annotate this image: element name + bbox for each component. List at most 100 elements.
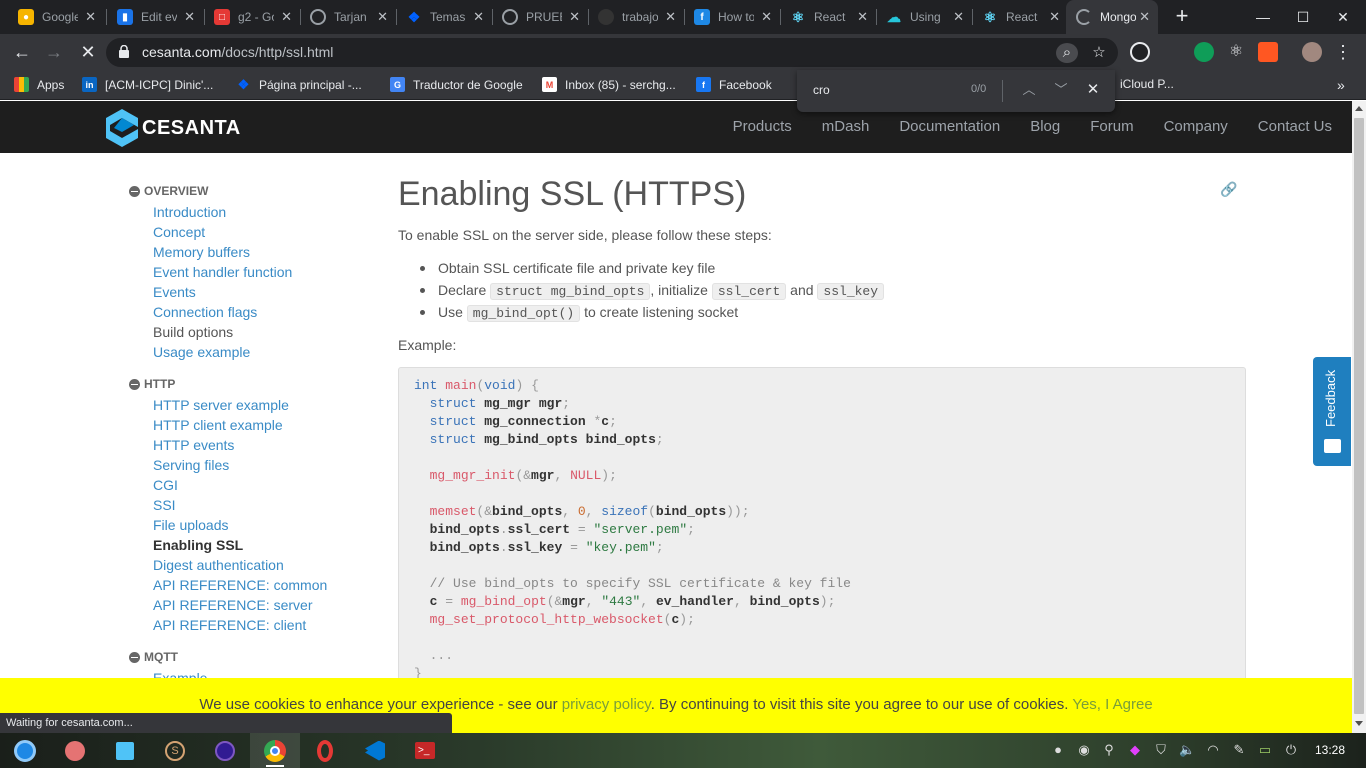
sidebar-link[interactable]: HTTP server example <box>153 395 379 415</box>
sidebar-link[interactable]: Event handler function <box>153 262 379 282</box>
close-tab-icon[interactable]: ✕ <box>184 9 195 25</box>
sidebar-link[interactable]: SSI <box>153 495 379 515</box>
browser-tab[interactable]: ● Google Keep ✕ <box>8 0 104 34</box>
sidebar-link[interactable]: API REFERENCE: client <box>153 615 379 635</box>
sidebar-link[interactable]: Memory buffers <box>153 242 379 262</box>
browser-tab[interactable]: ⚛ React ✕ <box>780 0 876 34</box>
sidebar-link[interactable]: Events <box>153 282 379 302</box>
bookmark-star-icon[interactable]: ☆ <box>1088 43 1110 63</box>
back-arrow-icon[interactable]: ← <box>9 39 35 65</box>
wifi-icon[interactable]: ◠ <box>1205 742 1221 758</box>
cookie-agree-link[interactable]: Yes, I Agree <box>1072 696 1152 713</box>
close-tab-icon[interactable]: ✕ <box>857 9 868 25</box>
bookmark-item[interactable]: M Inbox (85) - serchg... <box>542 77 676 92</box>
browser-tab[interactable]: trabajo ✕ <box>588 0 684 34</box>
sidebar-link[interactable]: Serving files <box>153 455 379 475</box>
sidebar-link[interactable]: Build options <box>153 322 379 342</box>
sidebar-link[interactable]: Introduction <box>153 202 379 222</box>
bookmark-apps[interactable]: Apps <box>14 77 64 92</box>
close-tab-icon[interactable]: ✕ <box>953 9 964 25</box>
close-tab-icon[interactable]: ✕ <box>1049 9 1060 25</box>
volume-icon[interactable]: 🔈 <box>1179 742 1195 758</box>
bookmark-item[interactable]: iCloud P... <box>1120 77 1174 91</box>
browser-tab[interactable]: f How to ✕ <box>684 0 780 34</box>
extension-off-icon[interactable] <box>1258 42 1278 62</box>
stop-loading-icon[interactable]: ✕ <box>75 39 101 65</box>
opera-icon[interactable] <box>300 733 350 768</box>
find-previous-icon[interactable]: ︿ <box>1018 79 1040 101</box>
browser-tab[interactable]: ▮ Edit event ✕ <box>107 0 203 34</box>
close-window-icon[interactable]: ✕ <box>1320 0 1366 34</box>
usb-tray-icon[interactable]: ⚲ <box>1101 742 1117 758</box>
close-tab-icon[interactable]: ✕ <box>569 9 580 25</box>
bookmark-item[interactable]: in [ACM-ICPC] Dinic'... <box>82 77 213 92</box>
discord-tray-icon[interactable]: ◉ <box>1076 742 1092 758</box>
nav-company[interactable]: Company <box>1149 101 1243 153</box>
browser-tab[interactable]: ⚛ React ✕ <box>972 0 1068 34</box>
pen-tray-icon[interactable]: ✎ <box>1231 742 1247 758</box>
sidebar-link[interactable]: HTTP client example <box>153 415 379 435</box>
new-tab-button[interactable]: + <box>1170 4 1194 30</box>
bookmark-item[interactable]: ❖ Página principal -... <box>236 77 362 92</box>
sidebar-link[interactable]: File uploads <box>153 515 379 535</box>
terminal-icon[interactable]: >_ <box>400 733 450 768</box>
extension-green-icon[interactable] <box>1194 42 1214 62</box>
sidebar-link[interactable]: Digest authentication <box>153 555 379 575</box>
chat-tray-icon[interactable]: ● <box>1050 742 1066 758</box>
more-bookmarks-icon[interactable]: » <box>1337 77 1345 93</box>
sidebar-link[interactable]: Example <box>153 668 379 678</box>
close-tab-icon[interactable]: ✕ <box>85 9 96 25</box>
profile-avatar[interactable] <box>1302 42 1322 62</box>
browser-tab[interactable]: □ g2 - Google ✕ <box>204 0 300 34</box>
app-tray-icon[interactable]: ◆ <box>1127 742 1143 758</box>
power-icon[interactable]: ⏻ <box>1283 742 1299 758</box>
browser-tab[interactable]: PRUEBA ✕ <box>492 0 588 34</box>
sidebar-link[interactable]: Concept <box>153 222 379 242</box>
feedback-tab[interactable]: Feedback <box>1313 357 1351 466</box>
s-app-icon[interactable]: S <box>150 733 200 768</box>
address-bar[interactable]: cesanta.com/docs/http/ssl.html ⌕ ☆ <box>106 38 1118 67</box>
sidebar-link[interactable]: API REFERENCE: common <box>153 575 379 595</box>
store-icon[interactable] <box>100 733 150 768</box>
system-monitor-icon[interactable] <box>200 733 250 768</box>
sidebar-section-mqtt[interactable]: MQTT <box>129 647 379 667</box>
sidebar-link[interactable]: API REFERENCE: server <box>153 595 379 615</box>
screen-recorder-icon[interactable] <box>50 733 100 768</box>
shield-tray-icon[interactable]: ⛉ <box>1153 742 1169 758</box>
battery-icon[interactable]: ▭ <box>1257 742 1273 758</box>
sidebar-link-active[interactable]: Enabling SSL <box>153 535 379 555</box>
nav-products[interactable]: Products <box>718 101 807 153</box>
forward-arrow-icon[interactable]: → <box>41 39 67 65</box>
close-tab-icon[interactable]: ✕ <box>473 9 484 25</box>
chrome-icon[interactable] <box>250 733 300 768</box>
sidebar-section-overview[interactable]: OVERVIEW <box>129 181 379 201</box>
cesanta-logo[interactable]: CESANTA <box>106 109 241 147</box>
close-tab-icon[interactable]: ✕ <box>665 9 676 25</box>
permalink-icon[interactable]: 🔗 <box>1220 181 1237 197</box>
find-next-icon[interactable]: ﹀ <box>1050 79 1072 101</box>
clock[interactable]: 13:28 <box>1315 743 1345 757</box>
scroll-down-arrow-icon[interactable] <box>1355 721 1363 726</box>
launcher-icon[interactable] <box>0 733 50 768</box>
find-input[interactable]: cro <box>813 83 830 97</box>
bookmark-item[interactable]: f Facebook <box>696 77 772 92</box>
browser-tab-active[interactable]: MongoDB ✕ <box>1066 0 1158 34</box>
close-tab-icon[interactable]: ✕ <box>1139 9 1150 25</box>
sidebar-link[interactable]: HTTP events <box>153 435 379 455</box>
browser-tab[interactable]: Tarjan ✕ <box>300 0 396 34</box>
browser-tab[interactable]: ☁ Using ✕ <box>876 0 972 34</box>
bookmark-item[interactable]: G Traductor de Google <box>390 77 523 92</box>
search-page-icon[interactable]: ⌕ <box>1056 43 1078 63</box>
sidebar-link[interactable]: Usage example <box>153 342 379 362</box>
page-scrollbar[interactable] <box>1352 101 1366 733</box>
close-tab-icon[interactable]: ✕ <box>281 9 292 25</box>
vscode-icon[interactable] <box>350 733 400 768</box>
menu-kebab-icon[interactable]: ⋮ <box>1330 39 1356 65</box>
sidebar-link[interactable]: Connection flags <box>153 302 379 322</box>
browser-tab[interactable]: ❖ Temas ✕ <box>396 0 492 34</box>
scroll-up-arrow-icon[interactable] <box>1355 106 1363 111</box>
scrollbar-thumb[interactable] <box>1354 118 1364 714</box>
extension-icon[interactable] <box>1130 42 1150 62</box>
close-tab-icon[interactable]: ✕ <box>761 9 772 25</box>
close-tab-icon[interactable]: ✕ <box>377 9 388 25</box>
